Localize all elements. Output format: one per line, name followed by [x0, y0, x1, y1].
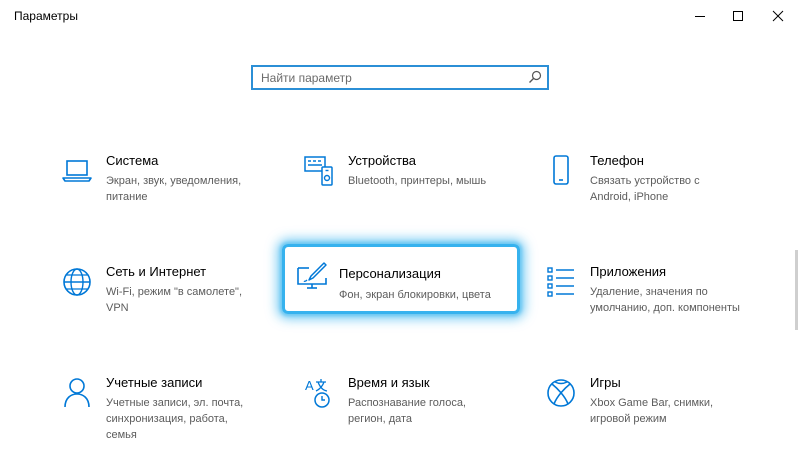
tile-name: Приложения [590, 264, 667, 279]
apps-icon [547, 267, 574, 297]
xbox-icon [547, 379, 575, 407]
globe-icon [63, 268, 91, 296]
tile-description: Bluetooth, принтеры, мышь [348, 175, 487, 187]
title-bar: Параметры [0, 0, 800, 32]
tile-network[interactable]: Сеть и Интернет Wi-Fi, режим "в самолете… [48, 262, 263, 332]
tile-name: Время и язык [348, 375, 430, 390]
devices-icon [304, 156, 333, 186]
tile-name: Система [106, 153, 159, 168]
tile-description: Связать устройство с Android, iPhone [590, 175, 700, 203]
tile-accounts[interactable]: Учетные записи Учетные записи, эл. почта… [48, 373, 263, 443]
tile-description: Удаление, значения по умолчанию, доп. ко… [590, 286, 740, 314]
search-input[interactable] [253, 67, 523, 88]
svg-text:A: A [305, 378, 314, 393]
close-icon [772, 10, 784, 22]
settings-window: Параметры Система [0, 0, 800, 462]
tile-time-language[interactable]: A Время и язык Распознавание голоса, рег… [290, 373, 505, 443]
tile-name: Телефон [590, 153, 644, 168]
tile-devices[interactable]: Устройства Bluetooth, принтеры, мышь [290, 151, 505, 221]
tile-name: Учетные записи [106, 375, 203, 390]
maximize-icon [733, 11, 743, 21]
maximize-button[interactable] [720, 0, 756, 32]
tile-personalization[interactable]: Персонализация Фон, экран блокировки, цв… [282, 244, 520, 314]
window-title: Параметры [14, 9, 78, 23]
tile-description: Wi-Fi, режим "в самолете", VPN [106, 286, 243, 314]
tile-description: Экран, звук, уведомления, питание [106, 175, 242, 203]
personalization-icon [297, 262, 327, 289]
tile-system[interactable]: Система Экран, звук, уведомления, питани… [48, 151, 263, 221]
search-box[interactable] [251, 65, 549, 90]
tile-description: Распознавание голоса, регион, дата [348, 397, 466, 425]
person-icon [64, 378, 90, 408]
tile-description: Учетные записи, эл. почта, синхронизация… [106, 397, 244, 441]
tile-apps[interactable]: Приложения Удаление, значения по умолчан… [532, 262, 747, 332]
laptop-icon [62, 160, 92, 182]
tile-gaming[interactable]: Игры Xbox Game Bar, снимки, игровой режи… [532, 373, 747, 443]
time-language-icon: A [305, 378, 330, 408]
minimize-icon [695, 16, 705, 17]
phone-icon [553, 155, 569, 185]
scrollbar[interactable] [795, 250, 798, 330]
tile-description: Xbox Game Bar, снимки, игровой режим [590, 397, 714, 425]
minimize-button[interactable] [682, 0, 718, 32]
tile-name: Игры [590, 375, 621, 390]
search-icon[interactable] [528, 70, 542, 84]
tile-name: Персонализация [339, 266, 441, 281]
tile-phone[interactable]: Телефон Связать устройство с Android, iP… [532, 151, 747, 221]
close-button[interactable] [760, 0, 796, 32]
tile-name: Сеть и Интернет [106, 264, 207, 279]
tile-description: Фон, экран блокировки, цвета [339, 289, 491, 301]
tile-name: Устройства [348, 153, 417, 168]
